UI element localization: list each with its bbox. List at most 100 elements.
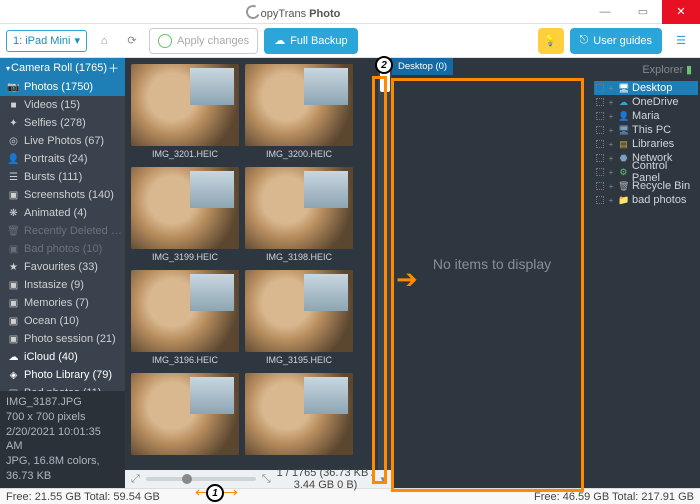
album-icon: ▣	[8, 190, 19, 201]
tree-row[interactable]: +🖥Desktop	[594, 81, 698, 95]
sidebar-item[interactable]: ◈Photo Library (79)	[0, 366, 125, 384]
device-selector[interactable]: 1: iPad Mini▾	[6, 30, 87, 52]
home-icon[interactable]: ⌂	[93, 30, 115, 52]
window-maximize-button[interactable]: ▭	[624, 0, 662, 24]
hamburger-menu-button[interactable]: ☰	[668, 28, 694, 54]
sidebar-item[interactable]: ▣Bad photos (10)	[0, 240, 125, 258]
zoom-slider[interactable]	[146, 477, 256, 481]
thumbnail-filename	[245, 455, 353, 463]
sidebar-item[interactable]: ▣Photo session (21)	[0, 330, 125, 348]
thumbnail-filename: IMG_3198.HEIC	[245, 249, 353, 267]
thumbnail-filename: IMG_3201.HEIC	[131, 146, 239, 164]
album-icon: ■	[8, 100, 19, 111]
user-guides-button[interactable]: ⎋User guides	[570, 28, 662, 54]
thumbnail[interactable]: IMG_3200.HEIC	[245, 64, 353, 164]
chevron-down-icon: ▾	[74, 34, 80, 47]
album-icon: ◈	[8, 370, 19, 381]
status-counter: 1 / 1765 (36.73 KB / 3.44 GB 0 B)	[277, 467, 375, 491]
window-minimize-button[interactable]: —	[586, 0, 624, 24]
album-icon: ★	[8, 262, 19, 273]
footer-right-storage: Free: 46.59 GB Total: 217.91 GB	[528, 491, 700, 503]
toolbar: 1: iPad Mini▾ ⌂ ⟳ Apply changes ☁Full Ba…	[0, 24, 700, 58]
sidebar-file-info: IMG_3187.JPG 700 x 700 pixels 2/20/2021 …	[0, 391, 125, 488]
expand-icon[interactable]: ▾	[380, 473, 386, 486]
check-icon	[158, 34, 172, 48]
thumbnail-filename: IMG_3199.HEIC	[131, 249, 239, 267]
thumbnail[interactable]	[245, 373, 353, 463]
cloud-icon: ☁	[274, 34, 285, 47]
zoom-out-icon[interactable]: ⤢	[131, 473, 140, 486]
tip-button[interactable]: 💡	[538, 28, 564, 54]
album-icon: ▣	[8, 298, 19, 309]
sidebar-item[interactable]: ☰Bursts (111)	[0, 168, 125, 186]
sidebar-item[interactable]: 🗑Recently Deleted …	[0, 222, 125, 240]
sidebar: ▾Camera Roll (1765)＋ 📷Photos (1750)■Vide…	[0, 58, 125, 488]
explorer-tree[interactable]: +🖥Desktop+☁OneDrive+👤Maria+🖥This PC+▤Lib…	[592, 78, 700, 488]
thumbnail[interactable]: IMG_3201.HEIC	[131, 64, 239, 164]
thumbnail-scrollbar[interactable]	[378, 58, 392, 470]
thumbnail[interactable]	[131, 373, 239, 463]
explorer-tabs: Explorer ▮	[592, 58, 700, 78]
bulb-icon: 💡	[544, 34, 558, 47]
thumbnail-filename: IMG_3195.HEIC	[245, 352, 353, 370]
tree-row[interactable]: +☁OneDrive	[594, 95, 698, 109]
sidebar-list: 📷Photos (1750)■Videos (15)✦Selfies (278)…	[0, 78, 125, 391]
album-icon: 🗑	[8, 226, 19, 237]
full-backup-button[interactable]: ☁Full Backup	[264, 28, 357, 54]
folder-icon: ▮	[686, 64, 692, 76]
tree-row[interactable]: +👤Maria	[594, 109, 698, 123]
window-close-button[interactable]: ✕	[662, 0, 700, 24]
album-icon: ▣	[8, 244, 19, 255]
sidebar-item[interactable]: ☁iCloud (40)	[0, 348, 125, 366]
sidebar-item[interactable]: 📷Photos (1750)	[0, 78, 125, 96]
tree-row[interactable]: +🗑Recycle Bin	[594, 179, 698, 193]
explorer-pane: Explorer ▮ +🖥Desktop+☁OneDrive+👤Maria+🖥T…	[592, 58, 700, 488]
album-icon: 📷	[8, 82, 19, 93]
thumbnail-filename: IMG_3196.HEIC	[131, 352, 239, 370]
tree-row[interactable]: +📁bad photos	[594, 193, 698, 207]
sidebar-item[interactable]: ■Videos (15)	[0, 96, 125, 114]
titlebar: opyTrans Photo — ▭ ✕	[0, 0, 700, 24]
thumbnail[interactable]: IMG_3196.HEIC	[131, 270, 239, 370]
refresh-icon[interactable]: ⟳	[121, 30, 143, 52]
thumbnail-grid[interactable]: IMG_3201.HEIC IMG_3200.HEIC IMG_3199.HEIC I…	[125, 58, 378, 470]
explorer-tab[interactable]: Explorer ▮	[638, 61, 696, 78]
thumbnail-pane: IMG_3201.HEIC IMG_3200.HEIC IMG_3199.HEIC I…	[125, 58, 392, 488]
desktop-pane: Desktop (0) No items to display	[392, 58, 592, 488]
tree-row[interactable]: +⚙Control Panel	[594, 165, 698, 179]
thumbnail[interactable]: IMG_3198.HEIC	[245, 167, 353, 267]
triangle-down-icon: ▾	[6, 64, 10, 73]
thumbnail-filename: IMG_3200.HEIC	[245, 146, 353, 164]
zoom-in-icon[interactable]: ⤡	[262, 473, 271, 486]
app-title: opyTrans Photo	[246, 4, 341, 20]
album-icon: ▣	[8, 316, 19, 327]
zoom-slider-bar: ⤢ ⤡ 1 / 1765 (36.73 KB / 3.44 GB 0 B) ▾	[125, 470, 392, 488]
sidebar-item[interactable]: ◎Live Photos (67)	[0, 132, 125, 150]
no-items-message: No items to display	[392, 256, 592, 272]
album-icon: ❋	[8, 208, 19, 219]
thumbnail[interactable]: IMG_3199.HEIC	[131, 167, 239, 267]
sidebar-item[interactable]: ❋Animated (4)	[0, 204, 125, 222]
plus-icon[interactable]: ＋	[108, 60, 119, 76]
tree-row[interactable]: +▤Libraries	[594, 137, 698, 151]
sidebar-item[interactable]: ▣Ocean (10)	[0, 312, 125, 330]
desktop-tab[interactable]: Desktop (0)	[392, 58, 453, 75]
tree-row[interactable]: +🖥This PC	[594, 123, 698, 137]
sidebar-item[interactable]: ✦Selfies (278)	[0, 114, 125, 132]
thumbnail-filename	[131, 455, 239, 463]
album-icon: ▣	[8, 334, 19, 345]
sidebar-header[interactable]: ▾Camera Roll (1765)＋	[0, 58, 125, 78]
thumbnail[interactable]: IMG_3195.HEIC	[245, 270, 353, 370]
book-icon: ⎋	[580, 34, 589, 47]
apply-changes-button[interactable]: Apply changes	[149, 28, 258, 54]
sidebar-item[interactable]: ▣Instasize (9)	[0, 276, 125, 294]
album-icon: ✦	[8, 118, 19, 129]
album-icon: ☰	[8, 172, 19, 183]
sidebar-item[interactable]: ▣Screenshots (140)	[0, 186, 125, 204]
album-icon: 👤	[8, 154, 19, 165]
sidebar-item[interactable]: ★Favourites (33)	[0, 258, 125, 276]
sidebar-item[interactable]: ▣Memories (7)	[0, 294, 125, 312]
album-icon: ◎	[8, 136, 19, 147]
sidebar-item[interactable]: 👤Portraits (24)	[0, 150, 125, 168]
sidebar-item[interactable]: ▣Bad photos (11)	[0, 384, 125, 391]
